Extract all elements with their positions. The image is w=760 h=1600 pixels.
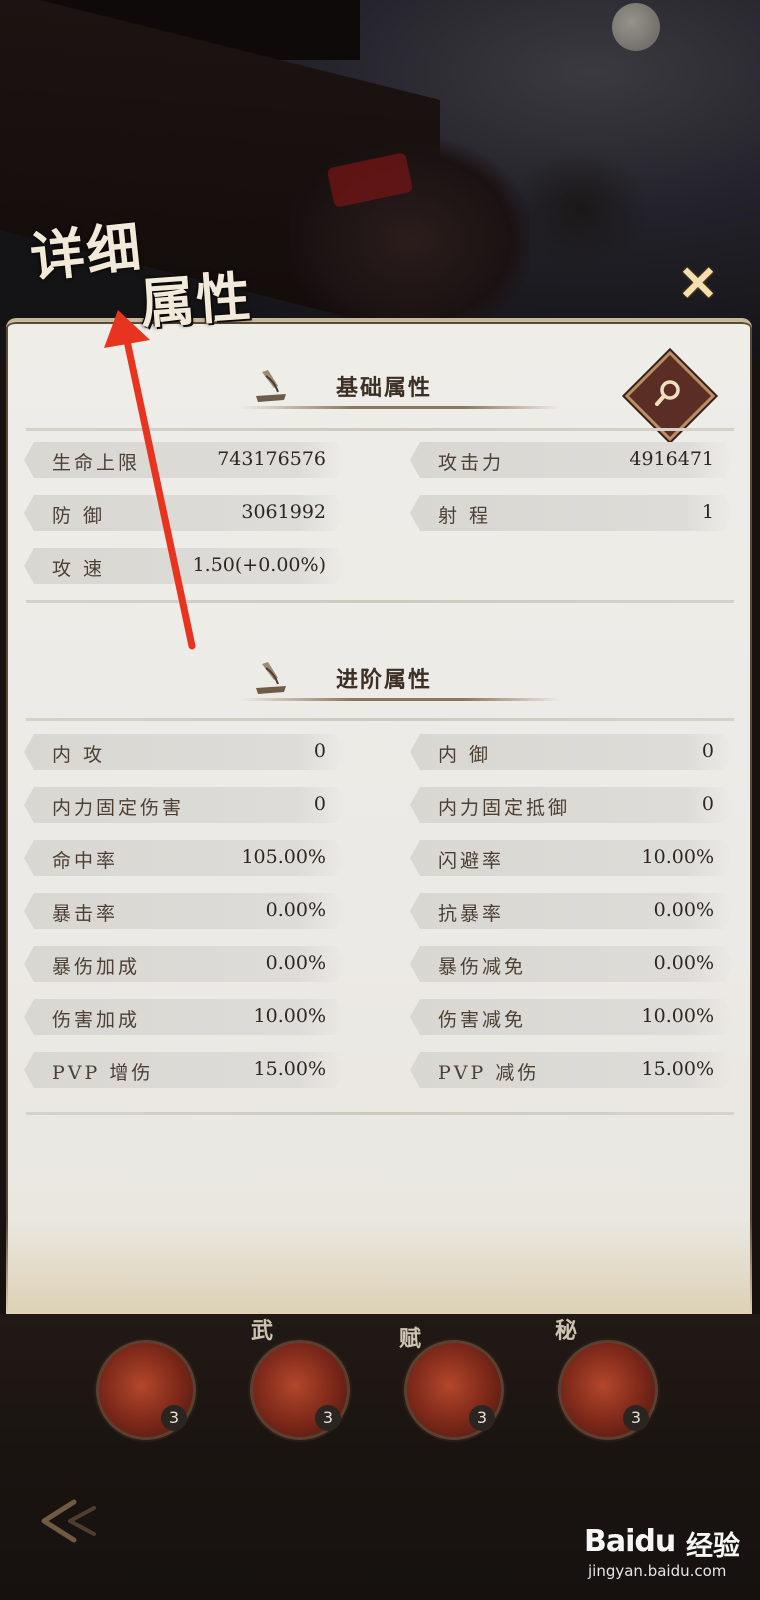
basic-section-title: 基础属性 [336,375,433,401]
divider [26,718,734,721]
section-underline [240,698,560,701]
stat-row: 生命上限 743176576 [24,442,346,478]
stat-row: 闪避率 10.00% [410,840,734,876]
stat-row: 内 攻 0 [24,734,346,770]
stat-label: 生命上限 [52,452,141,474]
stat-label: 抗暴率 [438,903,505,925]
stat-value: 4916471 [629,448,714,470]
divider [26,600,734,603]
stat-label: 命中率 [52,850,119,872]
panel-bottom-decoration [6,1220,752,1314]
skill-count: 3 [623,1405,649,1431]
stat-value: 10.00% [641,1005,714,1027]
close-button[interactable]: ✕ [672,258,724,310]
skill-count: 3 [315,1405,341,1431]
stat-row: 伤害加成 10.00% [24,999,346,1035]
stat-row: PVP 增伤 15.00% [24,1052,346,1088]
stat-value: 0 [313,793,326,815]
stat-value: 3061992 [241,501,326,523]
stat-label: 内力固定抵御 [438,797,571,819]
stat-label: 内 御 [438,744,492,766]
stat-row: 攻 速 1.50(+0.00%) [24,548,346,584]
stat-value: 0 [701,740,714,762]
stat-label: PVP 减伤 [438,1062,540,1084]
stat-row: 内力固定伤害 0 [24,787,346,823]
stat-value: 15.00% [253,1058,326,1080]
stat-row: 内 御 0 [410,734,734,770]
hero-character-art [290,140,530,320]
stat-value: 1 [701,501,714,523]
stat-row: 抗暴率 0.00% [410,893,734,929]
stat-label: PVP 增伤 [52,1062,154,1084]
stat-label: 闪避率 [438,850,505,872]
moon [612,3,660,51]
stat-label: 伤害加成 [52,1009,141,1031]
brush-ornament-icon [256,662,286,694]
advanced-section-header: 进阶属性 [240,654,560,704]
stat-row: 暴伤减免 0.00% [410,946,734,982]
watermark: Baidu 经验 jingyan.baidu.com [584,1520,754,1590]
basic-section-header: 基础属性 [240,362,560,412]
stat-label: 攻击力 [438,452,505,474]
skill-glyph: 赋 [399,1326,422,1352]
page-title-line1: 详细 [27,214,146,290]
watermark-cn: 经验 [686,1531,740,1562]
stat-label: 暴击率 [52,903,119,925]
skill-glyph: 秘 [555,1318,578,1344]
stat-value: 743176576 [217,448,326,470]
stat-row: 暴伤加成 0.00% [24,946,346,982]
advanced-section-title: 进阶属性 [336,667,433,693]
stat-label: 攻 速 [52,558,106,580]
watermark-brand: Baidu [584,1524,676,1559]
skill-slot-2[interactable]: 武 3 [250,1318,350,1440]
stat-row: PVP 减伤 15.00% [410,1052,734,1088]
stat-label: 防 御 [52,505,106,527]
close-icon: ✕ [677,256,719,312]
skill-slot-4[interactable]: 秘 3 [555,1318,658,1440]
stat-row: 暴击率 0.00% [24,893,346,929]
rider-silhouette [510,150,650,270]
stat-value: 0 [313,740,326,762]
stat-label: 内 攻 [52,744,106,766]
section-underline [240,406,560,409]
stat-label: 暴伤减免 [438,956,527,978]
page-title-line2: 属性 [138,264,255,336]
stat-value: 0.00% [653,899,714,921]
stat-row: 内力固定抵御 0 [410,787,734,823]
skill-count: 3 [161,1405,187,1431]
stat-row: 防 御 3061992 [24,495,346,531]
stat-label: 射 程 [438,505,492,527]
skill-count: 3 [469,1405,495,1431]
watermark-url: jingyan.baidu.com [588,1562,727,1580]
stat-value: 0.00% [653,952,714,974]
skill-slot-3[interactable]: 赋 3 [399,1326,504,1440]
stat-row: 攻击力 4916471 [410,442,734,478]
stat-row: 伤害减免 10.00% [410,999,734,1035]
divider [26,428,734,431]
stat-label: 暴伤加成 [52,956,141,978]
divider [26,1112,734,1115]
brush-ornament-icon [256,370,286,402]
page-title: 详细 属性 [24,200,254,336]
stat-value: 105.00% [241,846,326,868]
stat-label: 内力固定伤害 [52,797,185,819]
stat-value: 0 [701,793,714,815]
stat-value: 15.00% [641,1058,714,1080]
stat-row: 射 程 1 [410,495,734,531]
stat-value: 10.00% [253,1005,326,1027]
stat-value: 10.00% [641,846,714,868]
stat-label: 伤害减免 [438,1009,527,1031]
search-icon [655,380,680,406]
stat-value: 0.00% [265,952,326,974]
stat-row: 命中率 105.00% [24,840,346,876]
skill-glyph: 武 [251,1318,274,1344]
back-arrow-icon[interactable] [34,1496,114,1546]
stat-value: 0.00% [265,899,326,921]
skill-slot-1[interactable]: 3 [96,1340,196,1440]
stat-value: 1.50(+0.00%) [192,554,326,576]
